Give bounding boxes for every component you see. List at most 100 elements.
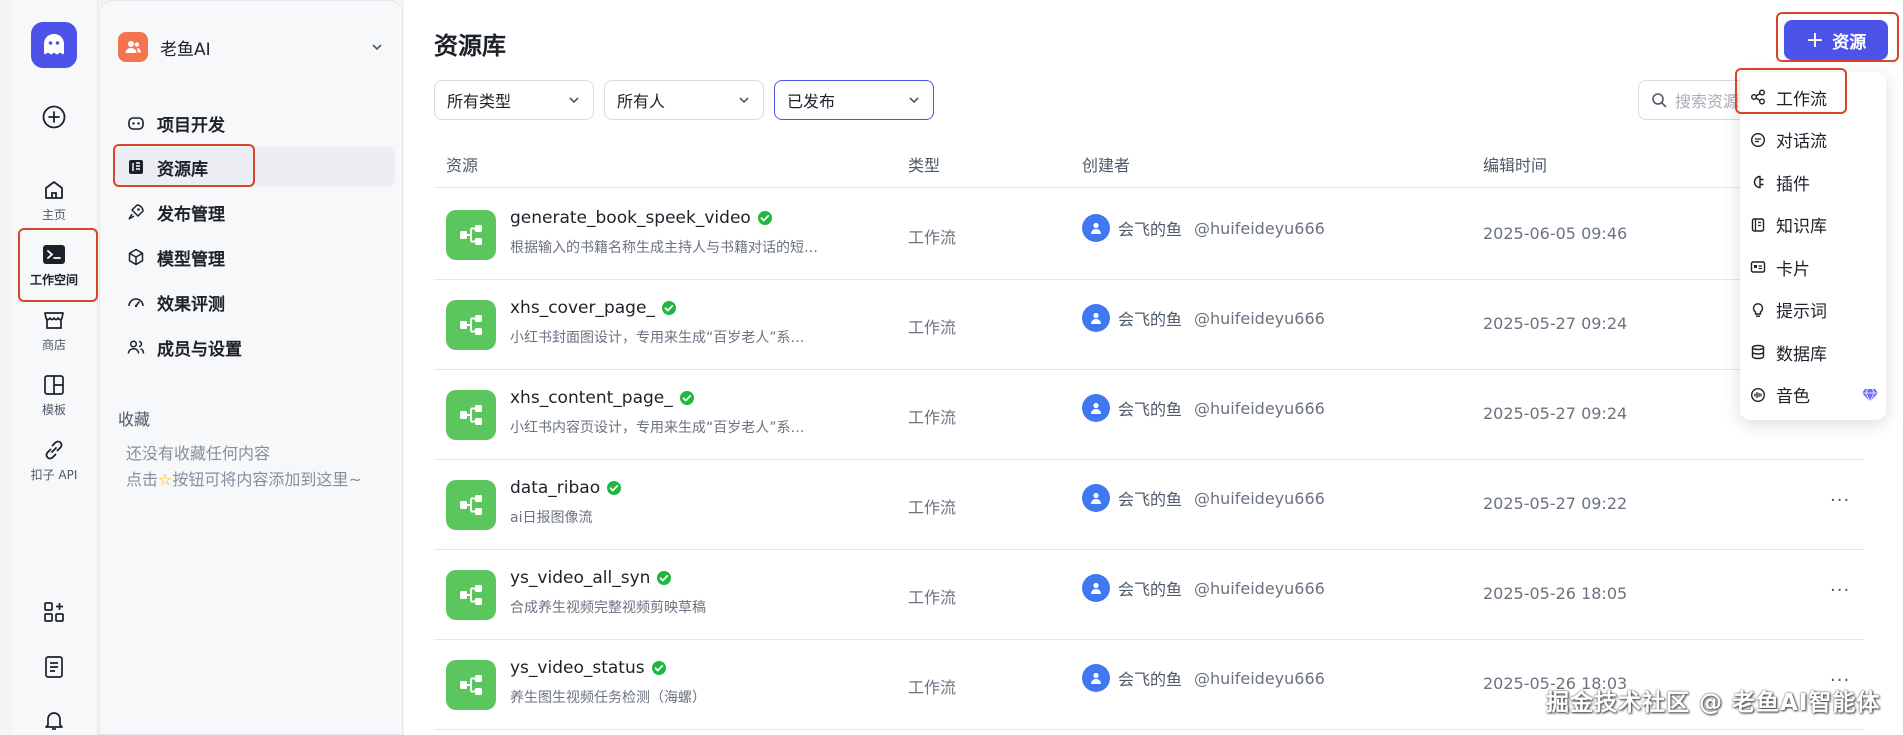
- resource-description: ai日报图像流: [510, 510, 593, 526]
- resource-type: 工作流: [908, 408, 957, 427]
- chevron-down-icon: [739, 97, 749, 104]
- resource-description: 根据输入的书籍名称生成主持人与书籍对话的短…: [510, 240, 818, 256]
- store-icon: [44, 312, 64, 329]
- icon-rail: 主页 工作空间 商店 模板 扣子 API: [10, 0, 98, 735]
- workflow-icon: [1751, 89, 1765, 105]
- ghost-logo-icon: [44, 34, 64, 55]
- resource-type: 工作流: [908, 498, 957, 517]
- home-icon: [45, 181, 63, 199]
- rocket-icon: [128, 204, 144, 220]
- page-title: 资源库: [434, 32, 506, 60]
- resource-creator: 会飞的鱼 @huifeideyu666: [1082, 214, 1325, 242]
- creator-name: 会飞的鱼: [1118, 220, 1183, 239]
- resource-name-text: data_ribao: [510, 478, 601, 498]
- owner-filter[interactable]: 所有人: [604, 80, 764, 120]
- table-header: 资源 类型 创建者 编辑时间: [434, 144, 1864, 188]
- more-actions-button[interactable]: ···: [1830, 580, 1850, 601]
- create-button[interactable]: [22, 104, 86, 130]
- app-logo[interactable]: [31, 22, 77, 68]
- workflow-resource-icon: [446, 390, 496, 440]
- user-icon: [1091, 672, 1101, 684]
- menu-item-label: 插件: [1776, 174, 1810, 195]
- rail-item-label: 主页: [41, 208, 66, 222]
- premium-gem-icon: [1862, 388, 1878, 402]
- table-row[interactable]: generate_book_speek_video 根据输入的书籍名称生成主持人与…: [434, 190, 1864, 280]
- resource-name: data_ribao: [510, 478, 622, 498]
- menu-item-knowledge[interactable]: 知识库: [1740, 204, 1886, 247]
- table-row[interactable]: xhs_content_page_ 小红书内容页设计，专用来生成“百岁老人”系… 工…: [434, 370, 1864, 460]
- menu-item-label: 提示词: [1776, 302, 1827, 323]
- table-row[interactable]: data_ribao ai日报图像流 工作流 会飞的鱼 @huifeideyu666 20…: [434, 460, 1864, 550]
- creator-handle: @huifeideyu666: [1194, 398, 1325, 418]
- column-header-creator: 创建者: [1082, 156, 1131, 175]
- plus-circle-icon: [42, 105, 66, 129]
- resource-type: 工作流: [908, 228, 957, 247]
- user-icon: [1091, 492, 1101, 504]
- resource-name: ys_video_status: [510, 658, 667, 678]
- rail-item-api[interactable]: 扣子 API: [22, 438, 86, 483]
- menu-item-voice[interactable]: 音色: [1740, 374, 1886, 417]
- workflow-resource-icon: [446, 210, 496, 260]
- menu-item-card[interactable]: 卡片: [1740, 246, 1886, 289]
- rail-item-home[interactable]: 主页: [22, 178, 86, 223]
- add-resource-button[interactable]: + 资源: [1784, 20, 1888, 60]
- menu-item-prompt[interactable]: 提示词: [1740, 289, 1886, 332]
- table-row[interactable]: ys_video_all_syn 合成养生视频完整视频剪映草稿 工作流 会飞的鱼 @hu…: [434, 550, 1864, 640]
- creator-name: 会飞的鱼: [1118, 580, 1183, 599]
- docs-button[interactable]: [22, 655, 86, 679]
- link-icon: [45, 440, 63, 460]
- library-icon: [129, 160, 143, 174]
- type-filter[interactable]: 所有类型: [434, 80, 594, 120]
- user-icon: [1091, 312, 1101, 324]
- verified-check-icon: [661, 301, 676, 315]
- sidebar-item-label: 模型管理: [157, 249, 225, 270]
- users-icon: [127, 340, 145, 354]
- resource-name-text: generate_book_speek_video: [510, 208, 751, 228]
- sidebar-item-models[interactable]: 模型管理: [113, 237, 395, 277]
- creator-handle: @huifeideyu666: [1194, 668, 1325, 688]
- status-filter-value: 已发布: [787, 92, 836, 111]
- sidebar-item-project-dev[interactable]: 项目开发: [113, 103, 395, 143]
- resource-creator: 会飞的鱼 @huifeideyu666: [1082, 664, 1325, 692]
- status-filter[interactable]: 已发布: [774, 80, 934, 120]
- add-resource-label: 资源: [1832, 32, 1867, 53]
- menu-item-workflow[interactable]: 工作流: [1740, 76, 1886, 119]
- avatar: [1082, 394, 1110, 422]
- sidebar-item-library[interactable]: 资源库: [113, 147, 395, 187]
- resource-type: 工作流: [908, 318, 957, 337]
- creator-name: 会飞的鱼: [1118, 490, 1183, 509]
- menu-item-plugin[interactable]: 插件: [1740, 161, 1886, 204]
- card-icon: [1750, 261, 1766, 273]
- creator-handle: @huifeideyu666: [1194, 488, 1325, 508]
- rail-item-store[interactable]: 商店: [22, 308, 86, 353]
- resource-name: xhs_cover_page_: [510, 298, 677, 318]
- type-filter-value: 所有类型: [447, 92, 512, 111]
- user-icon: [1091, 222, 1101, 234]
- rail-item-templates[interactable]: 模板: [22, 373, 86, 418]
- terminal-icon: [43, 245, 65, 264]
- plus-icon: +: [1805, 27, 1825, 53]
- sidebar-item-members[interactable]: 成员与设置: [113, 327, 395, 367]
- table-row[interactable]: xhs_cover_page_ 小红书封面图设计，专用来生成“百岁老人”系… 工作流…: [434, 280, 1864, 370]
- knowledge-icon: [1751, 218, 1765, 232]
- more-actions-button[interactable]: ···: [1830, 490, 1850, 511]
- search-placeholder: 搜索资源: [1675, 92, 1740, 111]
- rail-item-workspace[interactable]: 工作空间: [22, 243, 86, 288]
- resource-description: 小红书封面图设计，专用来生成“百岁老人”系…: [510, 330, 805, 346]
- creator-name: 会飞的鱼: [1118, 310, 1183, 329]
- owner-filter-value: 所有人: [617, 92, 666, 111]
- workspace-switcher[interactable]: 老鱼AI: [118, 31, 384, 63]
- resource-name: ys_video_all_syn: [510, 568, 672, 588]
- menu-item-label: 数据库: [1776, 344, 1827, 365]
- sidebar-item-evaluation[interactable]: 效果评测: [113, 282, 395, 322]
- notifications-button[interactable]: [22, 708, 86, 732]
- workspace-name: 老鱼AI: [160, 39, 211, 60]
- apps-button[interactable]: [22, 600, 86, 624]
- prompt-icon: [1752, 302, 1764, 317]
- menu-item-chatflow[interactable]: 对话流: [1740, 119, 1886, 162]
- resource-creator: 会飞的鱼 @huifeideyu666: [1082, 394, 1325, 422]
- sidebar-item-publish[interactable]: 发布管理: [113, 192, 395, 232]
- database-icon: [1751, 345, 1765, 360]
- menu-item-database[interactable]: 数据库: [1740, 331, 1886, 374]
- bell-icon: [45, 712, 63, 730]
